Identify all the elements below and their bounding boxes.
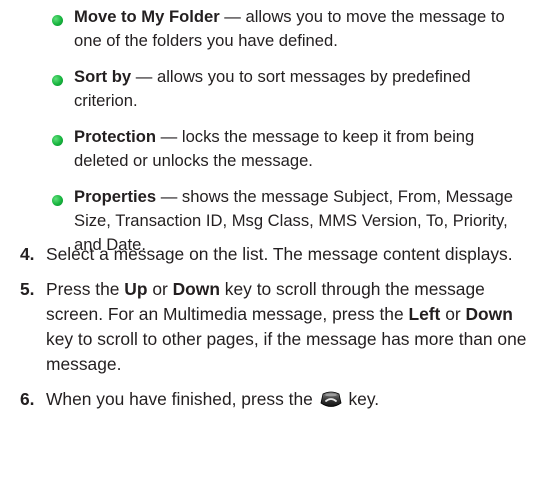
bullet-desc: — allows you to sort messages by predefi… (74, 67, 471, 110)
bullet-sort-by: Sort by — allows you to sort messages by… (52, 65, 532, 113)
numbered-steps: 4. Select a message on the list. The mes… (20, 242, 532, 422)
bullet-term: Move to My Folder (74, 7, 220, 26)
step-number: 4. (20, 244, 35, 264)
key-name-up: Up (124, 279, 148, 299)
bullet-dot-icon (52, 195, 63, 206)
bullet-dot-icon (52, 135, 63, 146)
step-number: 6. (20, 389, 35, 409)
manual-page: Move to My Folder — allows you to move t… (0, 0, 539, 499)
step-text: Select a message on the list. The messag… (46, 244, 513, 264)
step-4: 4. Select a message on the list. The mes… (20, 242, 532, 267)
bullet-term: Protection (74, 127, 157, 146)
text-run: Press the (46, 279, 125, 299)
text-run: When you have finished, press the (46, 389, 318, 409)
step-text: Press the Up or Down key to scroll throu… (46, 279, 526, 374)
step-text: When you have finished, press the key. (46, 389, 379, 409)
option-bullet-list: Move to My Folder — allows you to move t… (52, 5, 532, 269)
text-run: key to scroll to other pages, if the mes… (46, 329, 527, 374)
key-name-down: Down (172, 279, 220, 299)
step-5: 5. Press the Up or Down key to scroll th… (20, 277, 532, 377)
key-name-down: Down (465, 304, 513, 324)
text-run: key. (343, 389, 380, 409)
bullet-dot-icon (52, 75, 63, 86)
text-run: or (147, 279, 173, 299)
end-call-key-icon (320, 391, 342, 407)
text-run: or (440, 304, 466, 324)
bullet-dot-icon (52, 15, 63, 26)
bullet-protection: Protection — locks the message to keep i… (52, 125, 532, 173)
bullet-move-to-my-folder: Move to My Folder — allows you to move t… (52, 5, 532, 53)
bullet-term: Properties (74, 187, 157, 206)
step-6: 6. When you have finished, press the key… (20, 387, 532, 412)
step-number: 5. (20, 279, 35, 299)
bullet-term: Sort by (74, 67, 132, 86)
key-name-left: Left (408, 304, 441, 324)
